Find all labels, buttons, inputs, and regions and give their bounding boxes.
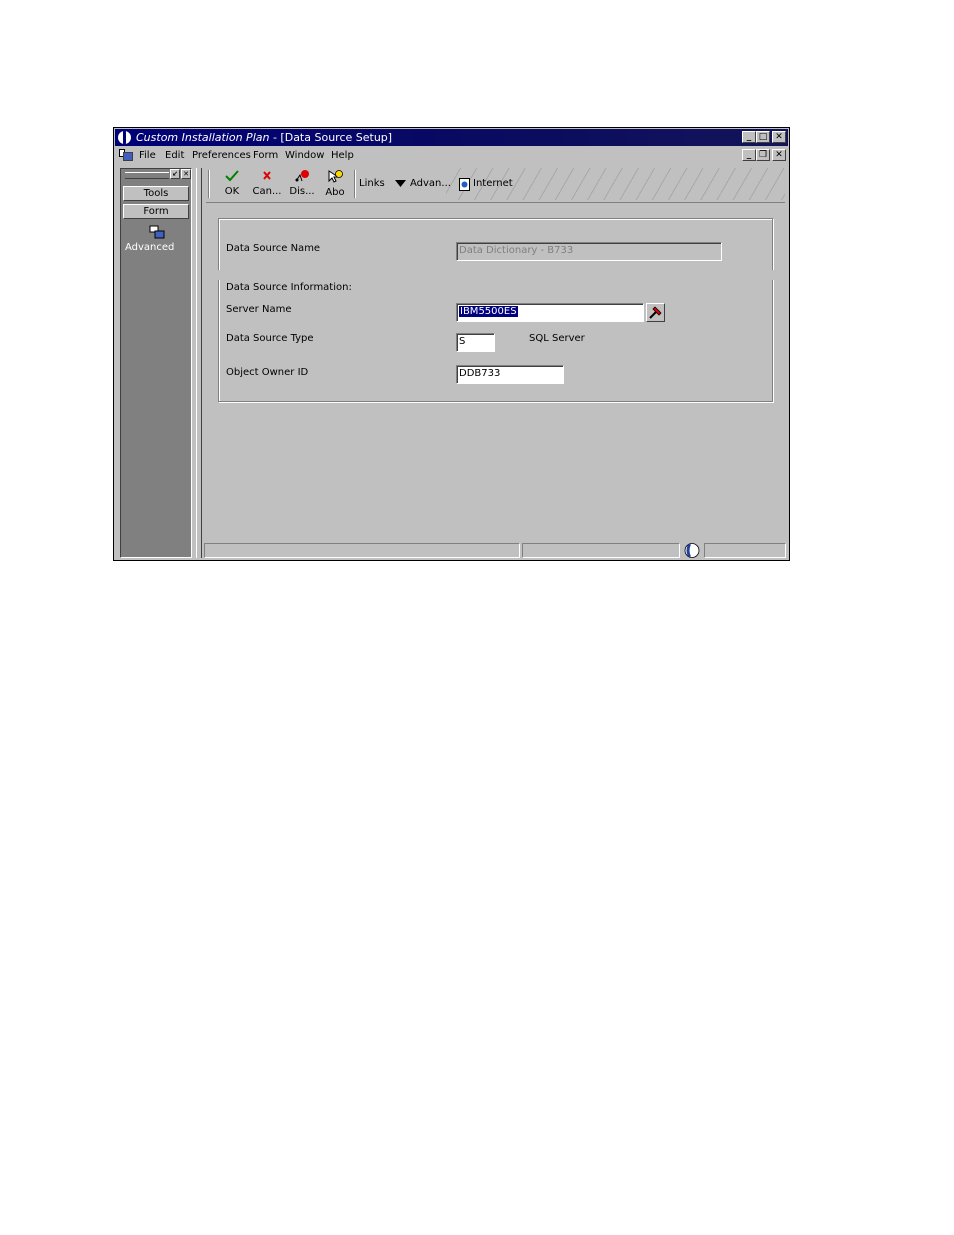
child-close-button[interactable]: ✕: [772, 149, 786, 161]
advanced-icon[interactable]: [149, 225, 165, 239]
menu-file[interactable]: File: [139, 150, 156, 161]
display-errors-icon: [295, 170, 309, 182]
flashlight-icon: [649, 306, 662, 319]
server-name-label: Server Name: [226, 304, 292, 315]
data-source-info-label: Data Source Information:: [226, 282, 352, 293]
menu-form[interactable]: Form: [253, 150, 278, 161]
status-bar: [202, 542, 788, 559]
menu-edit[interactable]: Edit: [165, 150, 184, 161]
panel-grip[interactable]: [125, 172, 169, 179]
status-pane-2: [522, 543, 680, 558]
form-title: - [Data Source Setup]: [269, 131, 393, 144]
data-source-type-field[interactable]: S: [456, 333, 495, 352]
minimize-button[interactable]: _: [742, 131, 756, 143]
form-area: Data Source Name Data Dictionary - B733 …: [206, 202, 785, 544]
data-source-name-field: Data Dictionary - B733: [456, 242, 722, 261]
dropdown-triangle-icon[interactable]: [395, 180, 406, 188]
menu-bar: File Edit Preferences Form Window Help _…: [115, 147, 788, 163]
child-restore-button[interactable]: ❐: [756, 149, 770, 161]
advanced-label[interactable]: Advanced: [125, 242, 174, 253]
menu-preferences[interactable]: Preferences: [192, 150, 251, 161]
internet-link[interactable]: Internet: [473, 178, 513, 189]
app-globe-icon: [118, 131, 131, 144]
ok-label: OK: [224, 186, 240, 197]
display-errors-button[interactable]: Dis...: [287, 170, 317, 197]
server-name-field[interactable]: IBM5500ES: [456, 303, 644, 322]
visual-assist-button[interactable]: [646, 303, 665, 322]
cancel-label: Can...: [252, 186, 282, 197]
object-owner-id-field[interactable]: DDB733: [456, 365, 564, 384]
menu-window[interactable]: Window: [285, 150, 324, 161]
app-name: Custom Installation Plan: [136, 131, 270, 144]
cancel-button[interactable]: Can...: [252, 170, 282, 197]
internet-page-icon[interactable]: [459, 178, 470, 191]
data-source-name-label: Data Source Name: [226, 243, 321, 254]
checkmark-icon: [225, 170, 239, 182]
object-owner-id-label: Object Owner ID: [226, 367, 309, 378]
status-pane-1: [204, 543, 520, 558]
group-label-gap: [212, 270, 778, 280]
display-label: Dis...: [289, 186, 315, 197]
form-document-icon[interactable]: [119, 149, 133, 161]
server-name-value: IBM5500ES: [459, 306, 518, 317]
toolbar-grip: [208, 170, 210, 198]
panel-float-button[interactable]: ↙: [170, 169, 180, 179]
window-title: Custom Installation Plan - [Data Source …: [136, 131, 392, 144]
links-menu[interactable]: Links: [359, 178, 385, 189]
about-button[interactable]: Abo: [320, 170, 350, 198]
title-bar[interactable]: Custom Installation Plan - [Data Source …: [115, 129, 788, 146]
close-button[interactable]: ✕: [772, 131, 786, 143]
advanced-menu[interactable]: Advan...: [410, 178, 451, 189]
toolbar: OK Can... Dis... Abo Links Advan... Inte…: [206, 168, 785, 200]
application-window: Custom Installation Plan - [Data Source …: [113, 127, 790, 561]
globe-status-icon: [684, 543, 700, 558]
ok-button[interactable]: OK: [217, 170, 247, 197]
status-pane-3: [704, 543, 786, 558]
pointer-help-icon: [328, 170, 343, 183]
data-source-type-description: SQL Server: [529, 333, 585, 344]
red-x-icon: [263, 171, 271, 180]
panel-close-button[interactable]: ✕: [181, 169, 191, 179]
form-button[interactable]: Form: [123, 204, 189, 219]
exit-bar-panel: ↙ ✕ Tools Form Advanced: [120, 168, 192, 558]
toolbar-separator: [354, 170, 356, 198]
child-minimize-button[interactable]: _: [742, 149, 756, 161]
maximize-button[interactable]: □: [756, 131, 770, 143]
panel-splitter[interactable]: [196, 168, 202, 558]
about-label: Abo: [325, 187, 345, 198]
data-source-type-label: Data Source Type: [226, 333, 314, 344]
tools-button[interactable]: Tools: [123, 186, 189, 201]
menu-help[interactable]: Help: [331, 150, 354, 161]
